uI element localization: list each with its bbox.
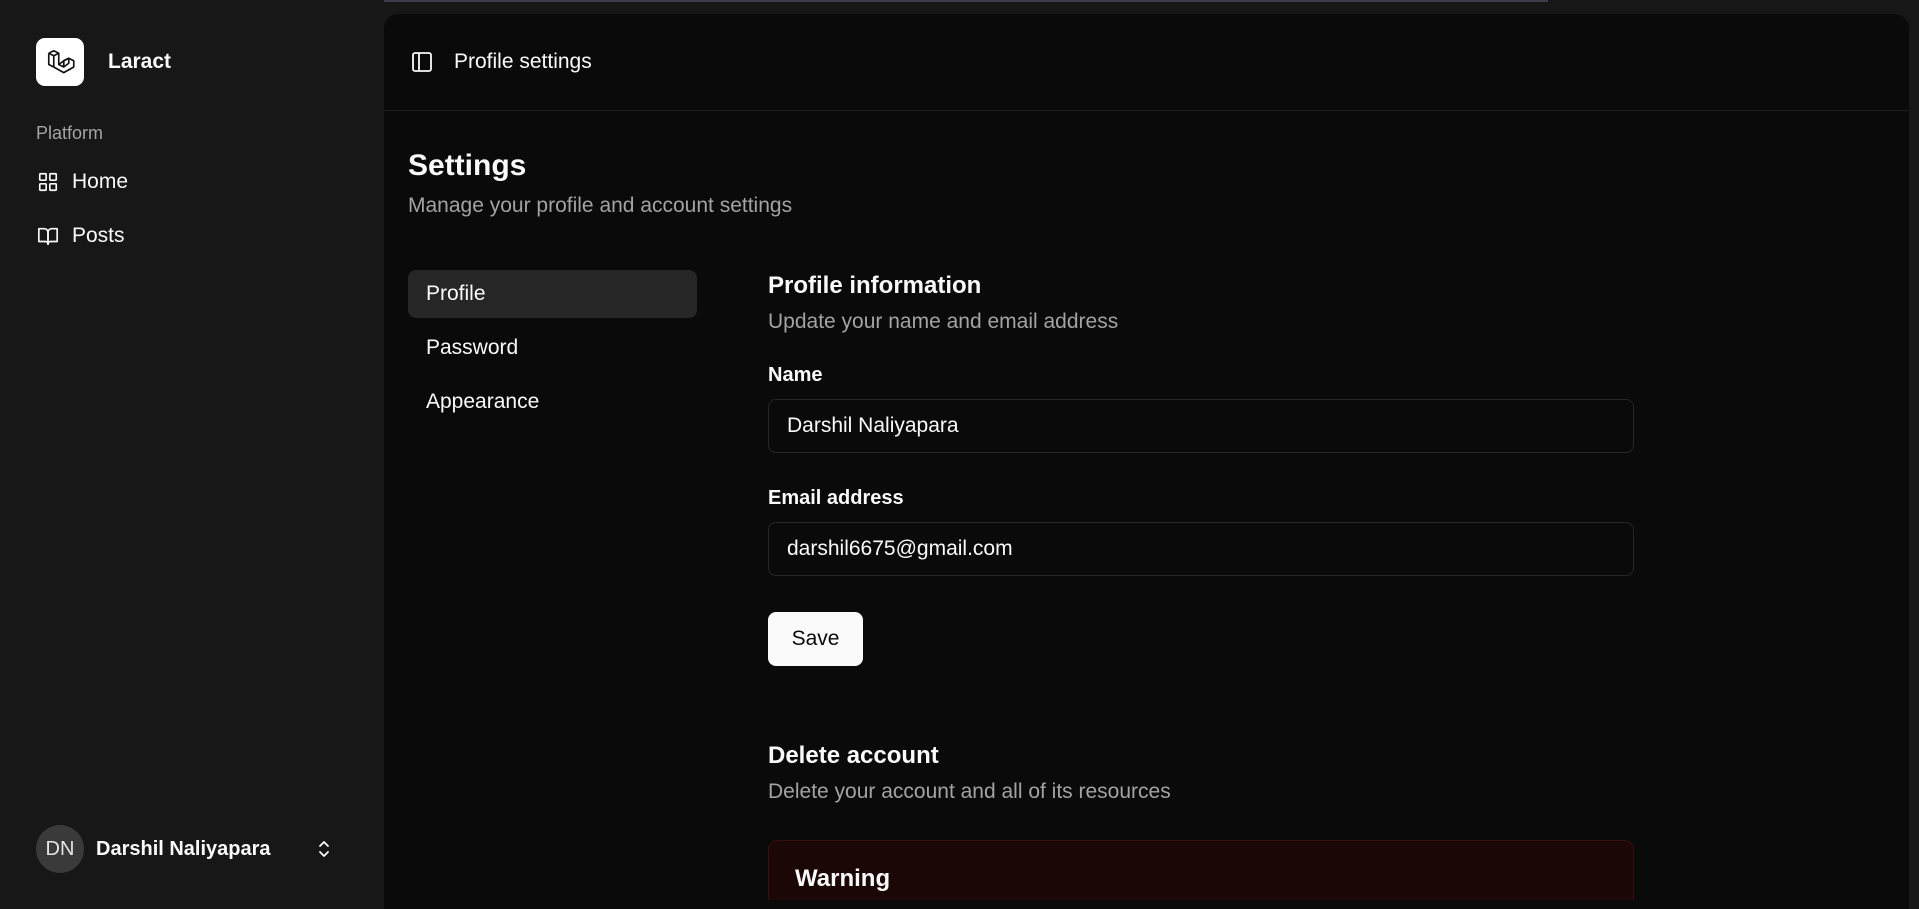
email-field[interactable] xyxy=(768,522,1634,576)
email-label: Email address xyxy=(768,487,904,509)
section-title: Profile information xyxy=(768,272,982,299)
main-panel: Profile settings Settings Manage your pr… xyxy=(384,14,1909,909)
warning-title: Warning xyxy=(795,865,891,892)
save-button[interactable]: Save xyxy=(768,612,863,666)
laravel-logo-icon xyxy=(36,38,84,86)
user-menu-trigger[interactable]: DN Darshil Naliyapara xyxy=(36,824,356,874)
page-title: Settings xyxy=(408,149,527,182)
settings-tabs: Profile Password Appearance xyxy=(408,270,697,432)
profile-section: Profile information Update your name and… xyxy=(768,272,1634,900)
avatar: DN xyxy=(36,825,84,873)
sidebar-item-label: Home xyxy=(72,170,129,193)
tab-password[interactable]: Password xyxy=(408,324,697,372)
sidebar-toggle-icon[interactable] xyxy=(410,50,434,74)
delete-account-title: Delete account xyxy=(768,742,939,769)
app-name: Laract xyxy=(108,50,172,73)
breadcrumb: Profile settings xyxy=(454,50,592,73)
name-label: Name xyxy=(768,364,823,386)
sidebar-item-label: Posts xyxy=(72,224,125,247)
user-name: Darshil Naliyapara xyxy=(96,837,271,860)
brand[interactable]: Laract xyxy=(36,38,171,86)
delete-account-subtitle: Delete your account and all of its resou… xyxy=(768,780,1171,803)
sidebar: Laract Platform Home Posts DN Darshil Na… xyxy=(0,0,384,909)
section-subtitle: Update your name and email address xyxy=(768,310,1119,333)
book-open-icon xyxy=(36,224,60,248)
warning-panel: Warning xyxy=(768,840,1634,900)
page-header: Profile settings xyxy=(384,14,1909,111)
chevrons-up-down-icon xyxy=(312,837,336,861)
sidebar-item-posts[interactable]: Posts xyxy=(36,216,356,256)
tab-appearance[interactable]: Appearance xyxy=(408,378,697,426)
tab-profile[interactable]: Profile xyxy=(408,270,697,318)
sidebar-group-label: Platform xyxy=(36,123,104,143)
window-top-edge xyxy=(373,0,1548,2)
page-subtitle: Manage your profile and account settings xyxy=(408,194,793,217)
sidebar-item-home[interactable]: Home xyxy=(36,162,356,202)
layout-grid-icon xyxy=(36,170,60,194)
name-field[interactable] xyxy=(768,399,1634,453)
